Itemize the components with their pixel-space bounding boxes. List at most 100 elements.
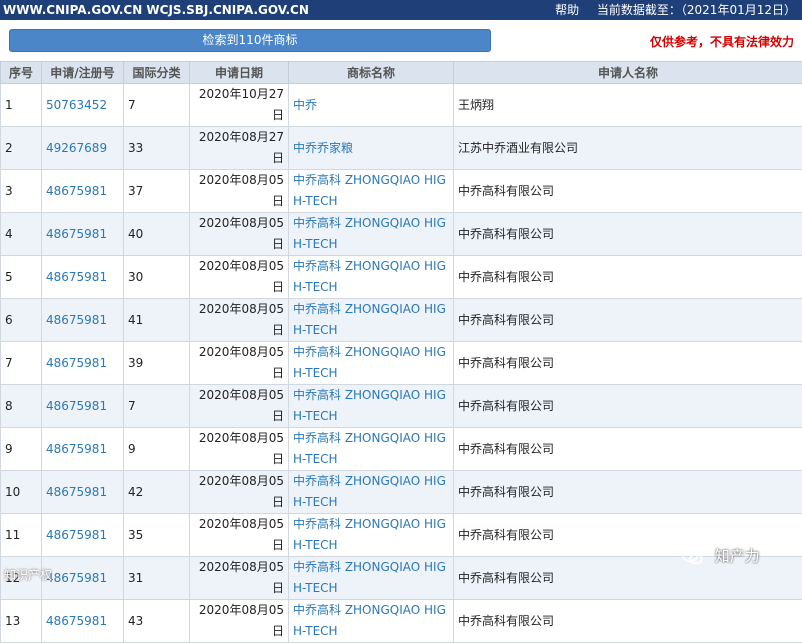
header-serial[interactable]: 序号: [1, 62, 42, 84]
row-reg-no-link[interactable]: 48675981: [42, 557, 124, 600]
row-applicant: 中乔高科有限公司: [454, 600, 802, 643]
row-date: 2020年08月05日: [190, 385, 289, 428]
row-date: 2020年08月05日: [190, 557, 289, 600]
row-class: 40: [124, 213, 190, 256]
table-row[interactable]: 84867598172020年08月05日中乔高科 ZHONGQIAO HIGH…: [1, 385, 802, 428]
header-date[interactable]: 申请日期: [190, 62, 289, 84]
header-reg-no[interactable]: 申请/注册号: [42, 62, 124, 84]
row-serial: 7: [1, 342, 42, 385]
row-class: 30: [124, 256, 190, 299]
row-serial: 2: [1, 127, 42, 170]
row-mark-name-link[interactable]: 中乔高科 ZHONGQIAO HIGH-TECH: [289, 428, 454, 471]
table-row[interactable]: 94867598192020年08月05日中乔高科 ZHONGQIAO HIGH…: [1, 428, 802, 471]
header-class[interactable]: 国际分类: [124, 62, 190, 84]
row-date: 2020年08月05日: [190, 170, 289, 213]
row-mark-name-link[interactable]: 中乔高科 ZHONGQIAO HIGH-TECH: [289, 256, 454, 299]
row-mark-name-link[interactable]: 中乔高科 ZHONGQIAO HIGH-TECH: [289, 557, 454, 600]
table-row[interactable]: 448675981402020年08月05日中乔高科 ZHONGQIAO HIG…: [1, 213, 802, 256]
row-reg-no-link[interactable]: 48675981: [42, 256, 124, 299]
row-reg-no-link[interactable]: 49267689: [42, 127, 124, 170]
row-applicant: 中乔高科有限公司: [454, 471, 802, 514]
row-serial: 9: [1, 428, 42, 471]
row-date: 2020年08月05日: [190, 299, 289, 342]
row-mark-name-link[interactable]: 中乔高科 ZHONGQIAO HIGH-TECH: [289, 299, 454, 342]
table-row[interactable]: 15076345272020年10月27日中乔王炳翔: [1, 84, 802, 127]
row-class: 43: [124, 600, 190, 643]
row-applicant: 中乔高科有限公司: [454, 299, 802, 342]
row-serial: 1: [1, 84, 42, 127]
watermark-left: 知识产权: [4, 566, 52, 583]
row-mark-name-link[interactable]: 中乔高科 ZHONGQIAO HIGH-TECH: [289, 514, 454, 557]
row-applicant: 王炳翔: [454, 84, 802, 127]
row-reg-no-link[interactable]: 48675981: [42, 213, 124, 256]
table-header-row: 序号 申请/注册号 国际分类 申请日期 商标名称 申请人名称: [1, 62, 802, 84]
row-reg-no-link[interactable]: 48675981: [42, 428, 124, 471]
row-reg-no-link[interactable]: 48675981: [42, 342, 124, 385]
row-reg-no-link[interactable]: 48675981: [42, 170, 124, 213]
watermark-right-text: 知产力: [715, 547, 760, 565]
row-applicant: 中乔高科有限公司: [454, 213, 802, 256]
table-row[interactable]: 548675981302020年08月05日中乔高科 ZHONGQIAO HIG…: [1, 256, 802, 299]
row-date: 2020年08月27日: [190, 127, 289, 170]
table-row[interactable]: 1048675981422020年08月05日中乔高科 ZHONGQIAO HI…: [1, 471, 802, 514]
row-reg-no-link[interactable]: 48675981: [42, 514, 124, 557]
search-result-button[interactable]: 检索到110件商标: [9, 29, 491, 52]
row-mark-name-link[interactable]: 中乔乔家粮: [289, 127, 454, 170]
data-date-label: 当前数据截至：（2021年01月12日）: [597, 3, 796, 17]
row-class: 42: [124, 471, 190, 514]
row-reg-no-link[interactable]: 50763452: [42, 84, 124, 127]
wechat-icon: [682, 549, 704, 565]
row-serial: 5: [1, 256, 42, 299]
row-class: 7: [124, 84, 190, 127]
row-class: 35: [124, 514, 190, 557]
row-class: 41: [124, 299, 190, 342]
row-mark-name-link[interactable]: 中乔高科 ZHONGQIAO HIGH-TECH: [289, 213, 454, 256]
row-applicant: 中乔高科有限公司: [454, 385, 802, 428]
header-applicant[interactable]: 申请人名称: [454, 62, 802, 84]
row-date: 2020年08月05日: [190, 514, 289, 557]
row-class: 37: [124, 170, 190, 213]
row-date: 2020年08月05日: [190, 600, 289, 643]
row-date: 2020年08月05日: [190, 213, 289, 256]
help-link[interactable]: 帮助: [555, 3, 579, 17]
row-serial: 4: [1, 213, 42, 256]
row-mark-name-link[interactable]: 中乔高科 ZHONGQIAO HIGH-TECH: [289, 600, 454, 643]
row-mark-name-link[interactable]: 中乔: [289, 84, 454, 127]
row-serial: 11: [1, 514, 42, 557]
table-row[interactable]: 648675981412020年08月05日中乔高科 ZHONGQIAO HIG…: [1, 299, 802, 342]
row-serial: 13: [1, 600, 42, 643]
row-applicant: 中乔高科有限公司: [454, 342, 802, 385]
row-reg-no-link[interactable]: 48675981: [42, 471, 124, 514]
row-reg-no-link[interactable]: 48675981: [42, 299, 124, 342]
row-mark-name-link[interactable]: 中乔高科 ZHONGQIAO HIGH-TECH: [289, 385, 454, 428]
row-mark-name-link[interactable]: 中乔高科 ZHONGQIAO HIGH-TECH: [289, 342, 454, 385]
row-mark-name-link[interactable]: 中乔高科 ZHONGQIAO HIGH-TECH: [289, 471, 454, 514]
row-serial: 6: [1, 299, 42, 342]
top-bar-right: 帮助 当前数据截至：（2021年01月12日）: [541, 0, 796, 20]
row-applicant: 中乔高科有限公司: [454, 428, 802, 471]
row-serial: 3: [1, 170, 42, 213]
row-class: 39: [124, 342, 190, 385]
row-date: 2020年08月05日: [190, 342, 289, 385]
row-date: 2020年08月05日: [190, 256, 289, 299]
table-row[interactable]: 748675981392020年08月05日中乔高科 ZHONGQIAO HIG…: [1, 342, 802, 385]
site-urls: WWW.CNIPA.GOV.CN WCJS.SBJ.CNIPA.GOV.CN: [3, 0, 309, 20]
row-applicant: 中乔高科有限公司: [454, 256, 802, 299]
row-date: 2020年08月05日: [190, 471, 289, 514]
toolbar: 检索到110件商标 仅供参考，不具有法律效力: [0, 20, 802, 60]
row-applicant: 中乔高科有限公司: [454, 170, 802, 213]
row-applicant: 江苏中乔酒业有限公司: [454, 127, 802, 170]
row-class: 33: [124, 127, 190, 170]
row-mark-name-link[interactable]: 中乔高科 ZHONGQIAO HIGH-TECH: [289, 170, 454, 213]
table-row[interactable]: 1348675981432020年08月05日中乔高科 ZHONGQIAO HI…: [1, 600, 802, 643]
row-date: 2020年08月05日: [190, 428, 289, 471]
row-class: 7: [124, 385, 190, 428]
row-reg-no-link[interactable]: 48675981: [42, 600, 124, 643]
row-reg-no-link[interactable]: 48675981: [42, 385, 124, 428]
table-row[interactable]: 348675981372020年08月05日中乔高科 ZHONGQIAO HIG…: [1, 170, 802, 213]
row-serial: 8: [1, 385, 42, 428]
header-mark-name[interactable]: 商标名称: [289, 62, 454, 84]
watermark-right: 知产力: [682, 545, 760, 566]
table-row[interactable]: 249267689332020年08月27日中乔乔家粮江苏中乔酒业有限公司: [1, 127, 802, 170]
row-class: 9: [124, 428, 190, 471]
